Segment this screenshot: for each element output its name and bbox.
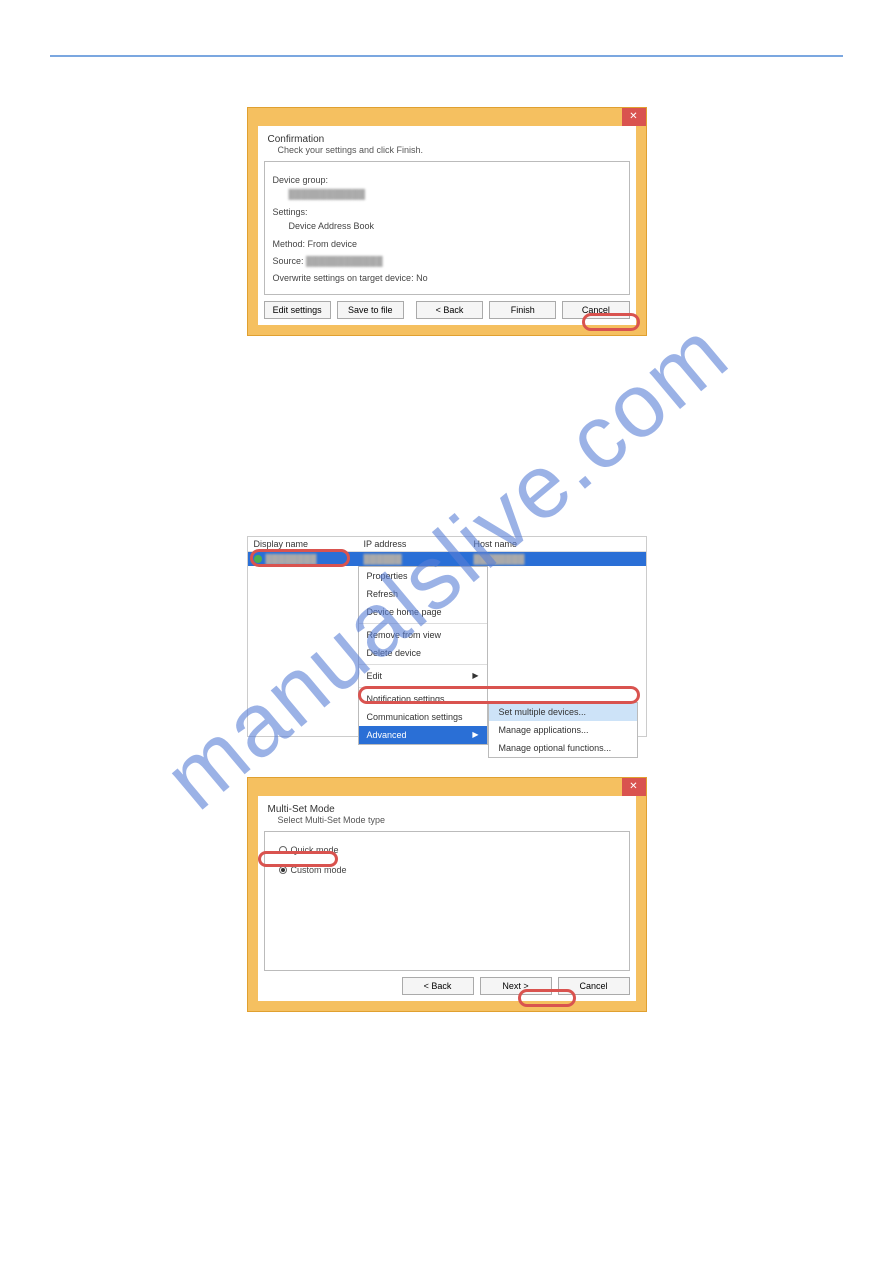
overwrite-value: No xyxy=(416,273,428,283)
mode-panel: Quick mode Custom mode xyxy=(264,831,630,971)
ctx-delete[interactable]: Delete device xyxy=(359,644,487,662)
method-value: From device xyxy=(308,239,358,249)
back-button[interactable]: < Back xyxy=(416,301,483,319)
context-menu: Properties Refresh Device home page Remo… xyxy=(358,566,488,745)
dialog1-subtitle: Check your settings and click Finish. xyxy=(268,145,626,155)
table-row[interactable]: ████████ ██████ ████████ xyxy=(248,552,646,566)
ctx-properties[interactable]: Properties xyxy=(359,567,487,585)
quick-mode-label: Quick mode xyxy=(291,843,339,857)
radio-icon xyxy=(279,846,287,854)
chevron-right-icon: ▶ xyxy=(472,730,478,739)
ctx-refresh[interactable]: Refresh xyxy=(359,585,487,603)
source-value: ████████████ xyxy=(306,256,383,266)
back-button[interactable]: < Back xyxy=(402,977,474,995)
radio-icon xyxy=(279,866,287,874)
advanced-submenu: Set multiple devices... Manage applicati… xyxy=(488,702,638,758)
settings-value: Device Address Book xyxy=(273,219,621,233)
ctx-edit[interactable]: Edit▶ xyxy=(359,667,487,685)
col-host[interactable]: Host name xyxy=(468,537,646,551)
close-icon[interactable]: ✕ xyxy=(622,778,646,796)
finish-button[interactable]: Finish xyxy=(489,301,556,319)
top-rule xyxy=(50,55,843,57)
ctx-home[interactable]: Device home page xyxy=(359,603,487,621)
custom-mode-label: Custom mode xyxy=(291,863,347,877)
source-label: Source: xyxy=(273,256,304,266)
row-ip: ██████ xyxy=(358,552,468,566)
chevron-right-icon: ▶ xyxy=(472,671,478,680)
confirmation-dialog: ✕ Confirmation Check your settings and c… xyxy=(247,107,647,336)
row-display: ████████ xyxy=(266,554,317,564)
sub-manage-apps[interactable]: Manage applications... xyxy=(489,721,637,739)
ctx-remove[interactable]: Remove from view xyxy=(359,626,487,644)
table-header: Display name IP address Host name xyxy=(248,537,646,552)
device-group-value: ████████████ xyxy=(273,187,621,201)
sub-manage-opt[interactable]: Manage optional functions... xyxy=(489,739,637,757)
edit-settings-button[interactable]: Edit settings xyxy=(264,301,331,319)
close-icon[interactable]: ✕ xyxy=(622,108,646,126)
col-ip[interactable]: IP address xyxy=(358,537,468,551)
dialog2-title: Multi-Set Mode xyxy=(268,804,626,815)
dialog2-titlebar: ✕ xyxy=(248,778,646,796)
confirmation-panel: Device group: ████████████ Settings: Dev… xyxy=(264,161,630,295)
overwrite-label: Overwrite settings on target device: xyxy=(273,273,414,283)
sub-set-multiple[interactable]: Set multiple devices... xyxy=(489,703,637,721)
row-host: ████████ xyxy=(468,552,646,566)
multiset-dialog: ✕ Multi-Set Mode Select Multi-Set Mode t… xyxy=(247,777,647,1012)
cancel-button[interactable]: Cancel xyxy=(562,301,629,319)
ctx-notif[interactable]: Notification settings xyxy=(359,690,487,708)
dialog1-title: Confirmation xyxy=(268,134,626,145)
dialog1-titlebar: ✕ xyxy=(248,108,646,126)
ctx-advanced[interactable]: Advanced▶ xyxy=(359,726,487,744)
custom-mode-radio[interactable]: Custom mode xyxy=(273,860,621,880)
dialog2-subtitle: Select Multi-Set Mode type xyxy=(268,815,626,825)
col-display[interactable]: Display name xyxy=(248,537,358,551)
ctx-comm[interactable]: Communication settings xyxy=(359,708,487,726)
device-table: Display name IP address Host name ██████… xyxy=(247,536,647,737)
status-dot-icon xyxy=(254,555,262,563)
settings-label: Settings: xyxy=(273,205,621,219)
method-label: Method: xyxy=(273,239,306,249)
save-to-file-button[interactable]: Save to file xyxy=(337,301,404,319)
device-group-label: Device group: xyxy=(273,173,621,187)
quick-mode-radio[interactable]: Quick mode xyxy=(273,840,621,860)
next-button[interactable]: Next > xyxy=(480,977,552,995)
cancel-button[interactable]: Cancel xyxy=(558,977,630,995)
